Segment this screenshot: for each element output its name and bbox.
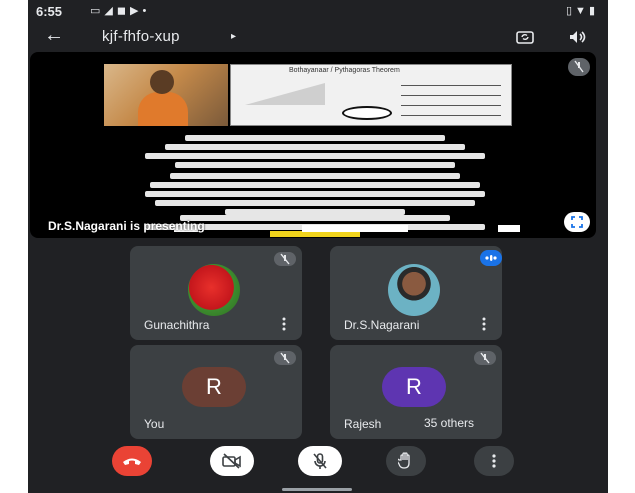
send-icon: ◢ [104,5,117,17]
mic-toggle-button[interactable] [298,446,342,476]
switch-camera-icon[interactable] [514,26,536,48]
raise-hand-button[interactable] [386,446,426,476]
system-icons: ▯▼▮ [566,4,598,17]
participant-name: You [144,417,165,431]
slide-title: Bothayanaar / Pythagoras Theorem [289,67,400,74]
phone-hangup-icon [123,458,141,465]
shared-slide: Bothayanaar / Pythagoras Theorem [30,52,596,238]
camera-icon: ▭ [90,5,105,17]
participant-tile[interactable]: R You [130,345,302,439]
camera-toggle-button[interactable] [210,446,254,476]
avatar [188,264,240,316]
end-call-button[interactable] [112,446,152,476]
more-vert-icon[interactable] [478,316,490,332]
wifi-icon: ▼ [575,5,589,17]
presentation-view[interactable]: Bothayanaar / Pythagoras Theorem Dr.S.Na… [30,52,596,238]
speaking-indicator-icon [480,250,502,266]
status-time: 6:55 [36,4,63,19]
home-indicator[interactable] [282,488,352,491]
status-bar: 6:55 ▭◢◼▶• ▯▼▮ [28,0,608,24]
avatar [388,264,440,316]
mic-off-icon [313,453,327,469]
slide-footer-badge [302,225,408,232]
participant-tile[interactable]: Gunachithra [130,246,302,340]
battery-icon: ▮ [588,5,598,17]
more-vert-icon[interactable] [278,316,290,332]
more-options-button[interactable] [474,446,514,476]
back-arrow-icon[interactable]: ← [42,24,66,48]
participant-tile[interactable]: Dr.S.Nagarani [330,246,502,340]
presenter-label: Dr.S.Nagarani is presenting [48,219,205,233]
others-count-badge[interactable]: 35 others [404,412,494,434]
video-icon: ▶ [130,5,143,17]
mic-off-icon [274,351,296,365]
sage-illustration [104,64,228,126]
mic-off-icon [568,58,590,76]
fullscreen-icon[interactable] [564,212,590,232]
participant-name: Rajesh [344,417,382,431]
dot-icon: • [142,5,151,17]
mic-off-icon [274,252,296,266]
speaker-icon[interactable] [566,26,588,48]
logo-stamp [342,106,392,120]
meeting-header: ← kjf-fhfo-xup ▸ [28,24,608,50]
slide-text-block [120,132,510,171]
participant-name: Gunachithra [144,318,210,332]
camera-off-icon [222,453,241,469]
avatar: R [382,367,446,407]
vibrate-icon: ▯ [565,5,576,17]
notification-icons: ▭◢◼▶• [90,4,150,17]
more-vert-icon [492,454,496,468]
slide-text-block [120,170,510,218]
avatar: R [182,367,246,407]
mic-off-icon [474,351,496,365]
hand-icon [398,452,410,469]
participant-name: Dr.S.Nagarani [344,318,420,332]
meet-screen: 6:55 ▭◢◼▶• ▯▼▮ ← kjf-fhfo-xup ▸ Bothayan… [28,0,608,493]
meeting-code[interactable]: kjf-fhfo-xup [102,28,180,45]
chevron-right-icon[interactable]: ▸ [231,31,236,42]
s-icon: ◼ [116,5,131,17]
slide-footer-badge [498,225,520,232]
